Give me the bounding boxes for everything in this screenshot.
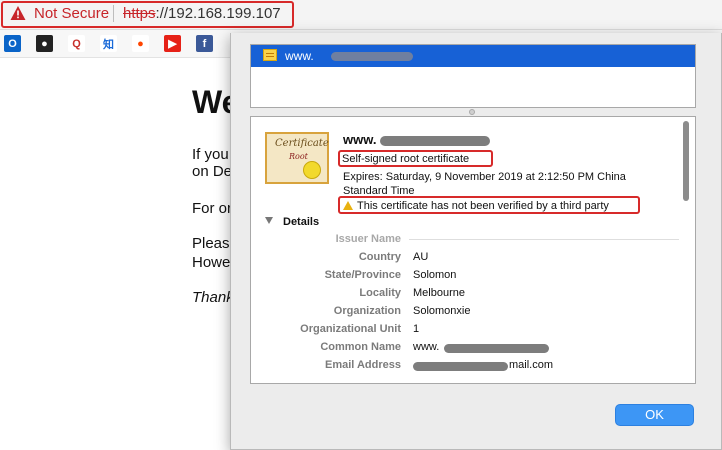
field-value: Melbourne	[413, 287, 465, 299]
field-label: Organizational Unit	[300, 323, 401, 335]
github-icon[interactable]: ●	[36, 35, 53, 52]
chain-item-label: www.	[285, 49, 314, 63]
certificate-detail-pane[interactable]: Certificate Root www. Self-signed root c…	[250, 116, 696, 384]
details-disclosure[interactable]: Details	[265, 216, 319, 228]
certificate-expiry: Expires: Saturday, 9 November 2019 at 2:…	[343, 171, 626, 197]
seal-icon	[303, 161, 321, 179]
field-label: Organization	[333, 305, 401, 317]
reddit-icon[interactable]: ●	[132, 35, 149, 52]
address-bar[interactable]: Not Secure https://192.168.199.107	[0, 0, 722, 30]
details-label: Details	[283, 216, 320, 228]
section-divider	[409, 239, 679, 240]
field-label: State/Province	[324, 269, 401, 281]
certificate-dialog: www. Certificate Root www. Self-signed r…	[230, 33, 722, 450]
facebook-icon[interactable]: f	[196, 35, 213, 52]
not-secure-label[interactable]: Not Secure	[34, 5, 109, 22]
vertical-scrollbar[interactable]	[683, 121, 689, 201]
field-value: AU	[413, 251, 429, 263]
split-view-handle[interactable]	[469, 109, 475, 115]
certificate-title: www.	[343, 132, 377, 147]
youtube-icon[interactable]: ▶	[164, 35, 181, 52]
outlook-icon[interactable]: O	[4, 35, 21, 52]
certificate-warning: This certificate has not been verified b…	[343, 200, 609, 212]
warning-icon	[343, 201, 353, 210]
url-divider	[113, 5, 114, 22]
field-value: Solomonxie	[413, 305, 471, 317]
certificate-script-text: Certificate	[275, 138, 329, 149]
redaction	[380, 136, 490, 146]
chain-item-selected[interactable]: www.	[251, 45, 695, 67]
page-text-line: For or	[192, 200, 233, 217]
redaction	[444, 344, 549, 353]
field-value: mail.com	[509, 359, 554, 371]
certificate-warning-text: This certificate has not been verified b…	[357, 200, 609, 212]
field-value: 1	[413, 323, 420, 335]
field-label: Common Name	[320, 341, 401, 353]
field-label: Email Address	[324, 359, 401, 371]
url-scheme: https	[123, 5, 156, 22]
field-label: Locality	[359, 287, 401, 299]
url-host: ://192.168.199.107	[155, 5, 281, 22]
redaction	[413, 362, 508, 371]
certificate-small-icon	[263, 49, 277, 61]
field-value: Solomon	[413, 269, 457, 281]
redaction	[331, 52, 413, 61]
url-text[interactable]: https://192.168.199.107	[123, 5, 281, 22]
zhihu-icon[interactable]: 知	[100, 35, 117, 52]
field-label: Country	[358, 251, 401, 263]
field-value: www.	[413, 341, 440, 353]
page-text-line: If you	[192, 146, 229, 163]
page-text-line: on De	[192, 163, 233, 180]
ok-button[interactable]: OK	[615, 404, 694, 426]
certificate-image: Certificate Root	[265, 132, 329, 184]
quora-icon[interactable]: Q	[68, 35, 85, 52]
certificate-kind: Self-signed root certificate	[342, 153, 470, 165]
section-heading: Issuer Name	[335, 233, 401, 245]
disclosure-triangle-icon	[265, 217, 273, 224]
page-text-line: Howe	[192, 254, 231, 271]
page-text-line: Thank	[192, 289, 234, 306]
certificate-subscript-text: Root	[289, 152, 308, 161]
certificate-chain-list[interactable]: www.	[250, 44, 696, 108]
warning-triangle-icon	[10, 6, 26, 20]
